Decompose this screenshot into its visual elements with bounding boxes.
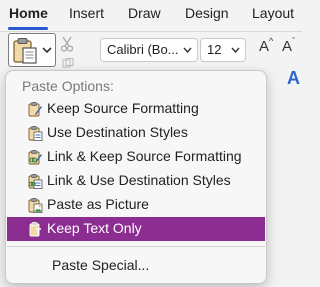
menu-item-link-keep-source-formatting[interactable]: Link & Keep Source Formatting (7, 145, 265, 169)
grow-font-icon[interactable]: A^ (259, 36, 274, 55)
tab-draw[interactable]: Draw (128, 5, 161, 21)
chevron-down-icon (183, 47, 192, 53)
ribbon-divider (0, 31, 302, 32)
menu-item-link-use-destination-styles[interactable]: Link & Use Destination Styles (7, 169, 265, 193)
menu-item-paste-as-picture[interactable]: Paste as Picture (7, 193, 265, 217)
tab-layout[interactable]: Layout (252, 5, 294, 21)
caret-up-icon: ^ (269, 36, 274, 46)
clipboard-icon (13, 38, 37, 64)
grow-font-label: A (259, 38, 270, 55)
chevron-down-icon[interactable] (42, 46, 52, 54)
menu-separator (7, 246, 265, 247)
tab-home[interactable]: Home (9, 5, 48, 21)
menu-item-use-destination-styles[interactable]: Use Destination Styles (7, 121, 265, 145)
menu-item-label: Keep Text Only (47, 220, 142, 236)
chevron-down-icon (231, 47, 240, 53)
scissors-icon[interactable] (60, 36, 74, 52)
paste-options-menu: Paste Options: Keep Source Formatting Us… (5, 70, 267, 284)
menu-item-paste-special[interactable]: Paste Special... (52, 257, 149, 273)
clipboard-picture-icon (28, 198, 43, 213)
tab-insert[interactable]: Insert (69, 5, 104, 21)
word-ribbon-screen: Home Insert Draw Design Layout Calibri (… (0, 0, 302, 287)
caret-down-icon: ˇ (292, 36, 296, 46)
menu-item-label: Use Destination Styles (47, 124, 188, 140)
ribbon-tabs: Home Insert Draw Design Layout (0, 0, 302, 30)
menu-item-label: Paste as Picture (47, 196, 149, 212)
shrink-font-label: A (282, 38, 293, 55)
menu-item-label: Link & Keep Source Formatting (47, 148, 242, 164)
font-size-value: 12 (207, 42, 222, 57)
menu-item-label: Link & Use Destination Styles (47, 172, 231, 188)
menu-item-keep-text-only[interactable]: Keep Text Only (7, 217, 265, 241)
menu-item-keep-source-formatting[interactable]: Keep Source Formatting (7, 97, 265, 121)
font-name-dropdown[interactable]: Calibri (Bo... (100, 38, 198, 62)
clipboard-doc-icon (28, 126, 43, 141)
paste-options-heading: Paste Options: (22, 78, 114, 94)
active-tab-indicator (8, 27, 48, 30)
shrink-font-icon[interactable]: Aˇ (282, 36, 296, 55)
clipboard-link-brush-icon (28, 150, 42, 165)
font-name-value: Calibri (Bo... (107, 42, 179, 57)
copy-icon[interactable] (62, 58, 74, 68)
clipboard-text-icon (29, 222, 41, 237)
font-size-dropdown[interactable]: 12 (200, 38, 246, 62)
menu-item-label: Keep Source Formatting (47, 100, 199, 116)
clipboard-brush-icon (28, 102, 42, 117)
paste-button[interactable] (8, 33, 56, 67)
clipboard-link-doc-icon (28, 174, 43, 189)
tab-design[interactable]: Design (185, 5, 229, 21)
font-color-icon[interactable]: A (287, 68, 300, 89)
